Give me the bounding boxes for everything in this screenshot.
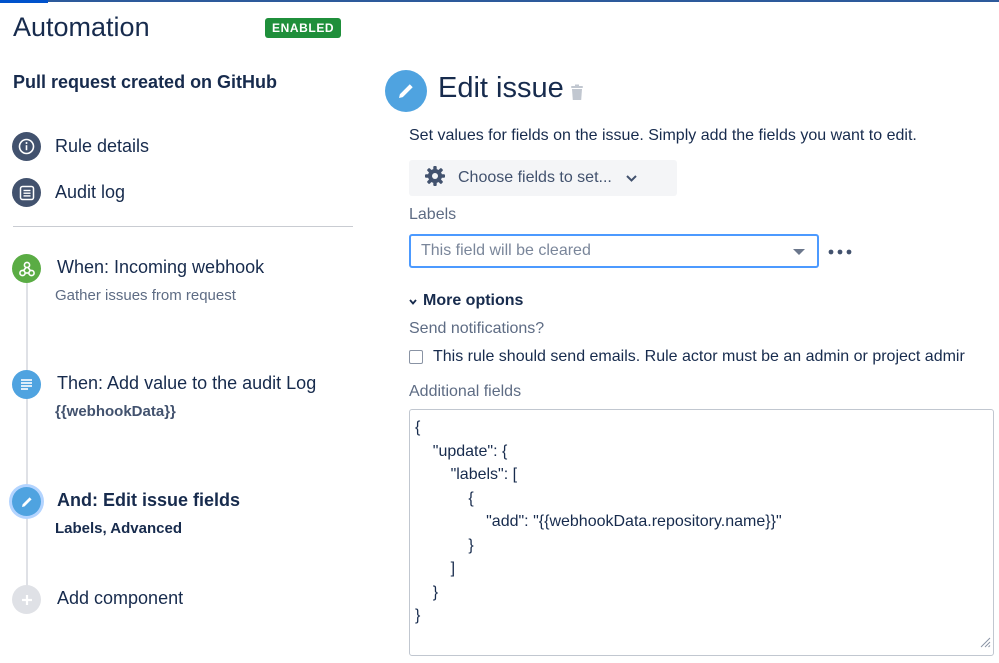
- rule-timeline-line: [26, 280, 28, 600]
- gear-icon: [424, 165, 446, 192]
- info-icon: [12, 132, 41, 161]
- chevron-down-icon: [409, 292, 417, 310]
- panel-title: Edit issue: [438, 72, 564, 104]
- step-title: Then: Add value to the audit Log: [57, 373, 317, 393]
- sidebar-item-label: Rule details: [55, 136, 150, 156]
- list-icon: [12, 178, 41, 207]
- panel-description: Set values for fields on the issue. Simp…: [409, 127, 917, 144]
- step-subtitle: Gather issues from request: [55, 287, 236, 304]
- additional-fields-label: Additional fields: [409, 383, 522, 400]
- chevron-down-icon: [626, 169, 637, 187]
- labels-select[interactable]: This field will be cleared: [409, 234, 819, 268]
- top-border: [0, 0, 999, 3]
- sidebar-item-rule-details[interactable]: Rule details: [12, 132, 149, 161]
- sidebar-divider: [13, 226, 353, 227]
- send-notifications-label: Send notifications?: [409, 320, 545, 337]
- step-title: And: Edit issue fields: [57, 490, 241, 510]
- edit-issue-icon: [385, 70, 427, 112]
- sidebar-item-label: Audit log: [55, 182, 126, 202]
- rule-name: Pull request created on GitHub: [13, 72, 278, 92]
- top-tab-indicator: [0, 0, 48, 3]
- choose-fields-label: Choose fields to set...: [458, 169, 612, 186]
- choose-fields-button[interactable]: Choose fields to set...: [409, 160, 677, 196]
- step-subtitle: {{webhookData}}: [55, 403, 176, 420]
- webhook-icon: [12, 254, 41, 283]
- plus-icon: [12, 585, 41, 614]
- resize-handle-icon[interactable]: [980, 635, 991, 653]
- labels-select-placeholder: This field will be cleared: [421, 242, 591, 259]
- additional-fields-json: { "update": { "labels": [ { "add": "{{we…: [415, 419, 782, 624]
- delete-icon[interactable]: [570, 84, 584, 106]
- step-subtitle: Labels, Advanced: [55, 520, 182, 537]
- send-emails-option: This rule should send emails. Rule actor…: [409, 348, 965, 366]
- more-actions-icon[interactable]: [828, 242, 852, 260]
- status-badge: ENABLED: [265, 18, 342, 38]
- step-title: Add component: [57, 588, 184, 608]
- labels-field-label: Labels: [409, 206, 457, 223]
- pencil-icon: [12, 487, 41, 516]
- dropdown-caret-icon: [793, 249, 805, 255]
- more-options-toggle[interactable]: More options: [409, 292, 523, 310]
- sidebar-item-audit-log[interactable]: Audit log: [12, 178, 125, 207]
- step-title: When: Incoming webhook: [57, 257, 265, 277]
- more-options-label: More options: [423, 292, 524, 309]
- send-emails-checkbox[interactable]: [409, 350, 423, 364]
- page-title: Automation: [13, 12, 150, 42]
- send-emails-label: This rule should send emails. Rule actor…: [433, 348, 965, 365]
- log-icon: [12, 370, 41, 399]
- additional-fields-textarea[interactable]: { "update": { "labels": [ { "add": "{{we…: [409, 409, 994, 656]
